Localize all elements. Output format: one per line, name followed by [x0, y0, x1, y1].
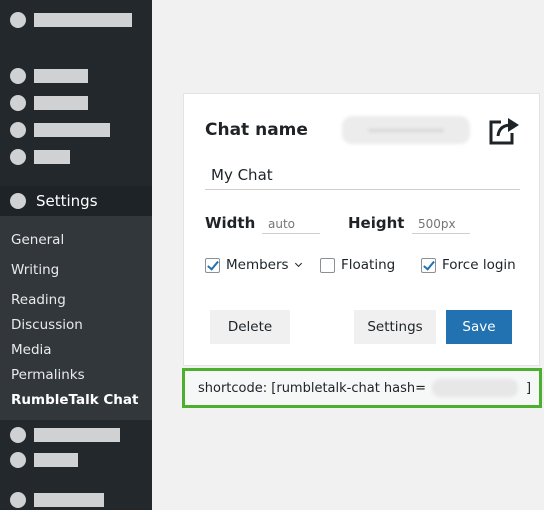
members-checkbox[interactable]	[205, 257, 220, 273]
menu-item-placeholder[interactable]	[10, 452, 78, 468]
redacted-label	[34, 123, 110, 137]
redacted-label	[34, 428, 120, 442]
floating-checkbox[interactable]	[320, 257, 335, 273]
menu-item-placeholder[interactable]	[10, 427, 120, 443]
save-button[interactable]: Save	[446, 310, 512, 344]
redacted-label	[34, 453, 78, 467]
menu-item-placeholder[interactable]	[10, 68, 88, 84]
submenu-item-writing[interactable]: Writing	[11, 262, 59, 278]
force-login-checkbox[interactable]	[421, 257, 436, 273]
submenu-item-discussion[interactable]: Discussion	[11, 317, 83, 333]
submenu-item-rumbletalk-chat[interactable]: RumbleTalk Chat	[11, 392, 139, 408]
submenu-item-reading[interactable]: Reading	[11, 292, 66, 308]
redacted-hash	[432, 379, 519, 397]
admin-sidebar: Settings General Writing Reading Discuss…	[0, 0, 152, 510]
height-label: Height	[348, 214, 405, 232]
shortcode-prefix: shortcode: [rumbletalk-chat hash=	[198, 380, 427, 396]
chevron-down-icon[interactable]	[294, 259, 302, 268]
submenu-item-permalinks[interactable]: Permalinks	[11, 367, 85, 383]
submenu-item-general[interactable]: General	[11, 232, 64, 248]
settings-dot-icon	[10, 193, 26, 209]
chat-settings-card: Chat name Width Height Members Floating …	[183, 93, 540, 366]
force-login-option[interactable]: Force login	[421, 257, 516, 273]
menu-item-placeholder[interactable]	[10, 95, 88, 111]
chat-name-input[interactable]	[205, 160, 520, 190]
menu-item-placeholder[interactable]	[10, 149, 70, 165]
redacted-label	[34, 150, 70, 164]
menu-item-placeholder[interactable]	[10, 492, 104, 508]
force-login-label: Force login	[442, 257, 516, 273]
menu-item-placeholder[interactable]	[10, 12, 132, 28]
redacted-label	[34, 493, 104, 507]
shortcode-suffix: ]	[526, 380, 532, 396]
redacted-label	[34, 96, 88, 110]
redacted-hash	[342, 116, 470, 144]
members-option[interactable]: Members	[205, 257, 302, 273]
menu-dot-icon	[10, 122, 26, 138]
redacted-label	[34, 13, 132, 27]
settings-button[interactable]: Settings	[354, 310, 436, 344]
menu-dot-icon	[10, 68, 26, 84]
members-label: Members	[226, 257, 289, 273]
menu-dot-icon	[10, 149, 26, 165]
delete-button[interactable]: Delete	[210, 310, 290, 344]
chat-name-title: Chat name	[205, 120, 308, 140]
shortcode-box[interactable]: shortcode: [rumbletalk-chat hash= ]	[182, 368, 542, 408]
floating-option[interactable]: Floating	[320, 257, 395, 273]
menu-dot-icon	[10, 427, 26, 443]
menu-dot-icon	[10, 12, 26, 28]
width-input[interactable]	[262, 214, 320, 234]
menu-item-placeholder[interactable]	[10, 122, 110, 138]
share-icon[interactable]	[487, 116, 521, 146]
settings-submenu: General Writing Reading Discussion Media…	[0, 216, 152, 420]
menu-item-settings[interactable]: Settings	[0, 186, 152, 216]
height-input[interactable]	[412, 214, 470, 234]
menu-item-settings-label: Settings	[36, 192, 98, 210]
floating-label: Floating	[341, 257, 396, 273]
menu-dot-icon	[10, 95, 26, 111]
width-label: Width	[205, 214, 256, 232]
menu-dot-icon	[10, 492, 26, 508]
submenu-item-media[interactable]: Media	[11, 342, 52, 358]
redacted-label	[34, 69, 88, 83]
menu-dot-icon	[10, 452, 26, 468]
